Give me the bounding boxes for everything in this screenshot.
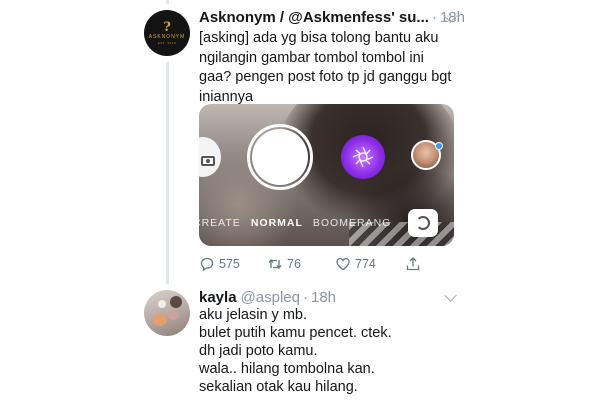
avatar-detail	[170, 296, 182, 308]
tweet1-actions: 575 76 774	[199, 254, 425, 274]
reply-count: 575	[219, 257, 240, 271]
avatar-logo-text: ASKNONYM	[148, 33, 186, 40]
thread-line	[166, 62, 169, 284]
reply-button[interactable]: 575	[199, 256, 267, 272]
tweet1-separator: ·	[431, 9, 437, 26]
tweet2-header: kayla @aspleq · 18h	[199, 289, 336, 307]
heart-icon	[336, 257, 350, 271]
avatar-logo-subtext: EST. 2019	[157, 40, 177, 45]
mode-boomerang: BOOMERANG	[312, 217, 392, 229]
like-button[interactable]: 774	[335, 256, 405, 272]
avatar-asknonym[interactable]: ? ASKNONYM EST. 2019	[144, 10, 190, 56]
mode-normal: NORMAL	[250, 217, 303, 229]
flip-camera-icon	[408, 209, 438, 237]
avatar-detail	[167, 310, 179, 320]
reply-icon	[200, 257, 214, 272]
tweet1-text: [asking] ada yg bisa tolong bantu aku ng…	[199, 30, 452, 105]
share-icon	[406, 257, 420, 271]
avatar-logo-mark: ?	[163, 19, 171, 35]
tweet2-display-name[interactable]: kayla	[199, 289, 237, 307]
tweet1-display-name[interactable]: Asknonym / @Askmenfess' su...	[199, 9, 429, 27]
thread-line-top	[166, 0, 169, 4]
tweet2-handle[interactable]: @aspleq	[241, 289, 300, 307]
tweet2-separator: ·	[302, 289, 308, 306]
mode-create: CREATE	[199, 217, 241, 229]
tweet2-timestamp[interactable]: 18h	[311, 289, 336, 307]
tweet1-header: Asknonym / @Askmenfess' su... · 18h	[199, 9, 465, 27]
chevron-down-icon[interactable]	[444, 289, 457, 302]
avatar-detail	[158, 300, 166, 308]
shutter-button	[252, 129, 308, 185]
avatar-kayla[interactable]	[144, 290, 190, 336]
avatar-detail	[153, 314, 167, 326]
tweet2-text: aku jelasin y mb. bulet putih kamu pence…	[199, 307, 392, 395]
filter-icon	[341, 135, 385, 179]
tweet1-media-image[interactable]: CREATE NORMAL BOOMERANG	[199, 104, 454, 246]
retweet-count: 76	[287, 257, 301, 271]
like-count: 774	[355, 257, 376, 271]
share-button[interactable]	[405, 256, 425, 272]
retweet-button[interactable]: 76	[267, 256, 335, 272]
notification-dot	[435, 142, 443, 150]
retweet-icon	[268, 258, 282, 270]
